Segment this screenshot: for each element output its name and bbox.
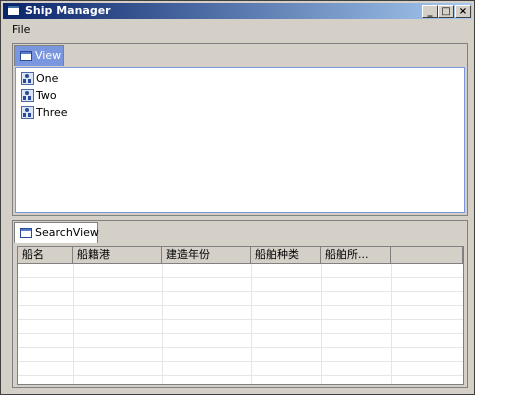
window-title: Ship Manager <box>25 4 111 17</box>
node-icon <box>21 72 34 85</box>
table-row[interactable] <box>18 334 463 348</box>
tree-item-three[interactable]: Three <box>21 105 68 121</box>
column-header-empty[interactable] <box>391 247 463 264</box>
title-bar[interactable]: Ship Manager _ □ × <box>3 3 472 19</box>
node-icon <box>21 106 34 119</box>
tab-search-view-label: SearchView <box>35 226 99 239</box>
column-header-ship-type[interactable]: 船舶种类 <box>251 247 321 264</box>
ship-manager-window: Ship Manager _ □ × File View One Two Thr… <box>0 0 475 395</box>
table-row[interactable] <box>18 348 463 362</box>
tree-item-one[interactable]: One <box>21 71 58 87</box>
tree-item-label: Two <box>36 89 57 102</box>
column-header-build-year[interactable]: 建造年份 <box>162 247 251 264</box>
tree-view[interactable]: One Two Three <box>15 67 465 213</box>
minimize-button[interactable]: _ <box>422 5 438 18</box>
results-table[interactable]: 船名 船籍港 建造年份 船舶种类 船舶所... <box>17 246 464 385</box>
close-button[interactable]: × <box>455 5 471 18</box>
view-pane: View One Two Three <box>12 43 468 216</box>
table-row[interactable] <box>18 278 463 292</box>
tab-view[interactable]: View <box>14 45 64 66</box>
search-view-tab-icon <box>20 228 32 238</box>
table-row[interactable] <box>18 362 463 376</box>
tab-view-label: View <box>35 49 62 62</box>
view-tab-icon <box>20 51 32 61</box>
column-header-port-of-registry[interactable]: 船籍港 <box>73 247 162 264</box>
tree-item-two[interactable]: Two <box>21 88 57 104</box>
table-row[interactable] <box>18 376 463 384</box>
maximize-button[interactable]: □ <box>438 5 454 18</box>
table-row[interactable] <box>18 320 463 334</box>
window-app-icon[interactable] <box>7 5 20 16</box>
table-row[interactable] <box>18 264 463 278</box>
search-view-pane: SearchView 船名 船籍港 建造年份 船舶种类 船舶所... <box>12 220 468 388</box>
tree-item-label: One <box>36 72 59 85</box>
menu-bar: File <box>3 21 472 39</box>
column-header-ship-owner[interactable]: 船舶所... <box>321 247 391 264</box>
node-icon <box>21 89 34 102</box>
table-row[interactable] <box>18 306 463 320</box>
menu-file[interactable]: File <box>12 23 30 36</box>
column-header-ship-name[interactable]: 船名 <box>18 247 73 264</box>
table-header: 船名 船籍港 建造年份 船舶种类 船舶所... <box>18 247 463 264</box>
tab-search-view[interactable]: SearchView <box>14 222 99 243</box>
table-row[interactable] <box>18 292 463 306</box>
tree-item-label: Three <box>36 106 68 119</box>
